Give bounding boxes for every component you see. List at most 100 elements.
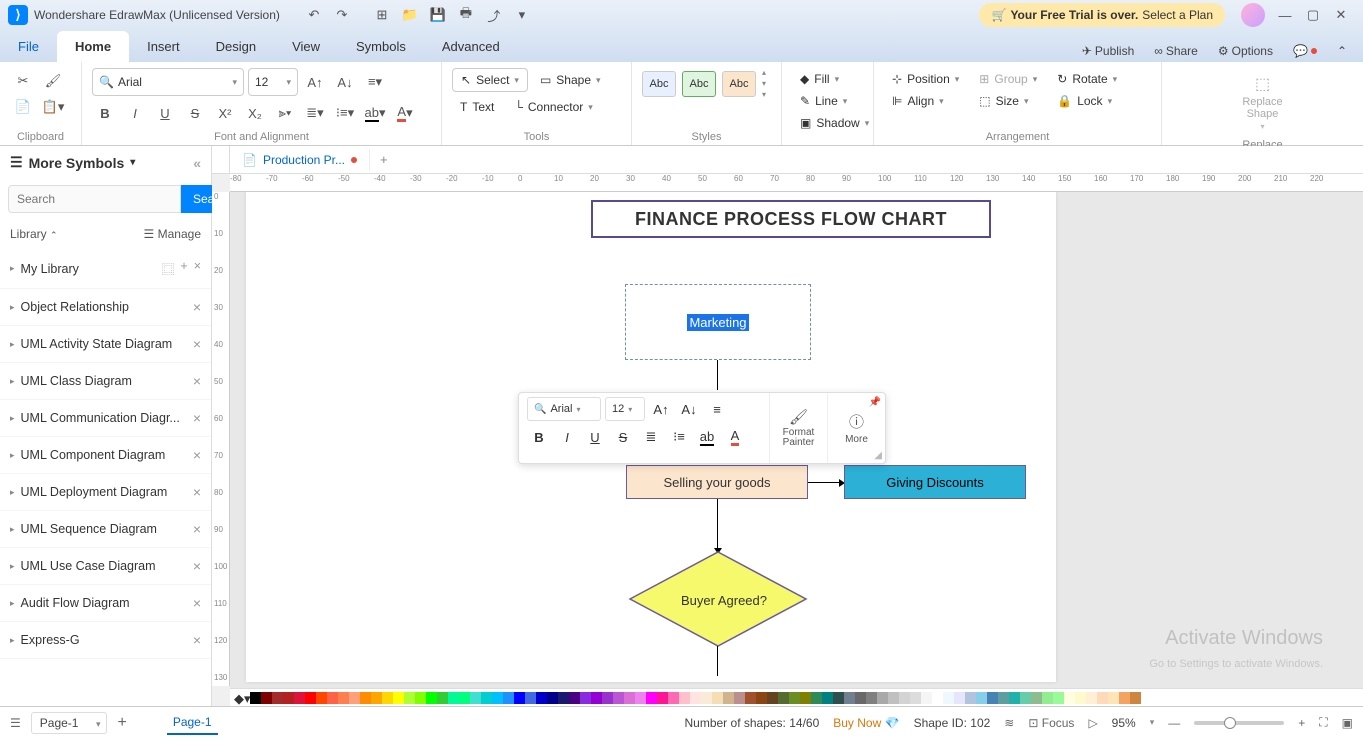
align-button[interactable]: ⊫Align▾ [884,90,967,112]
color-swatch[interactable] [899,692,910,704]
lib-item-my-library[interactable]: ▸My Library⿴+× [0,249,211,289]
color-swatch[interactable] [910,692,921,704]
open-icon[interactable]: 📁 [400,5,420,25]
fill-button[interactable]: ◆Fill▾ [792,68,863,90]
decrease-font-icon[interactable]: A↓ [332,69,358,95]
export-icon[interactable]: ⤴ [484,5,504,25]
color-swatch[interactable] [602,692,613,704]
font-family-select[interactable]: 🔍Arial▾ [92,68,244,96]
color-swatch[interactable] [921,692,932,704]
color-swatch[interactable] [745,692,756,704]
shadow-button[interactable]: ▣Shadow▾ [792,112,863,134]
lib-item[interactable]: ▸Express-G× [0,622,211,659]
style-swatch[interactable]: Abc [682,71,716,97]
manage-button[interactable]: ☰ Manage [144,227,201,241]
library-label[interactable]: Library ⌃ [10,227,58,241]
add-icon[interactable]: + [180,259,187,278]
copy-icon[interactable]: 📄 [10,94,36,120]
color-swatch[interactable] [437,692,448,704]
page-tab[interactable]: Page-1 [167,711,218,735]
format-painter-icon[interactable]: 🖌 [40,68,66,94]
spacing-icon[interactable]: ⫸▾ [272,100,298,126]
pin-icon[interactable]: 📌 [869,397,881,408]
lib-item[interactable]: ▸UML Activity State Diagram× [0,326,211,363]
color-swatch[interactable] [393,692,404,704]
bold-icon[interactable]: B [92,100,118,126]
user-avatar[interactable] [1241,3,1265,27]
lib-item[interactable]: ▸UML Use Case Diagram× [0,548,211,585]
color-swatch[interactable] [580,692,591,704]
color-swatch[interactable] [624,692,635,704]
close-icon[interactable]: × [193,521,201,537]
tab-symbols[interactable]: Symbols [338,31,424,62]
color-swatch[interactable] [822,692,833,704]
color-swatch[interactable] [360,692,371,704]
color-swatch[interactable] [250,692,261,704]
color-swatch[interactable] [338,692,349,704]
close-icon[interactable]: × [194,259,201,278]
color-swatch[interactable] [261,692,272,704]
color-swatch[interactable] [448,692,459,704]
tab-home[interactable]: Home [57,31,129,62]
color-swatch[interactable] [470,692,481,704]
lib-item[interactable]: ▸UML Communication Diagr...× [0,400,211,437]
color-swatch[interactable] [844,692,855,704]
color-swatch[interactable] [1064,692,1075,704]
color-swatch[interactable] [833,692,844,704]
color-swatch[interactable] [294,692,305,704]
color-swatch[interactable] [1042,692,1053,704]
fullscreen-icon[interactable]: ▣ [1342,716,1353,730]
close-icon[interactable]: × [193,299,201,315]
tab-file[interactable]: File [0,31,57,62]
color-swatch[interactable] [316,692,327,704]
lib-item[interactable]: ▸Object Relationship× [0,289,211,326]
marketing-shape[interactable]: Marketing [625,284,811,360]
close-icon[interactable]: × [193,410,201,426]
color-swatch[interactable] [547,692,558,704]
buy-now-link[interactable]: Buy Now 💎 [833,716,899,730]
pages-list-icon[interactable]: ☰ [10,716,21,730]
color-swatch[interactable] [998,692,1009,704]
marketing-text[interactable]: Marketing [687,314,748,331]
position-button[interactable]: ⊹Position▾ [884,68,967,90]
color-swatch[interactable] [1009,692,1020,704]
bullet-list-icon[interactable]: ⁝≡ [667,425,691,449]
float-size-select[interactable]: 12▾ [605,397,645,421]
selling-shape[interactable]: Selling your goods [626,465,808,499]
color-swatch[interactable] [800,692,811,704]
color-swatch[interactable] [723,692,734,704]
color-swatch[interactable] [635,692,646,704]
strike-icon[interactable]: S [611,425,635,449]
color-swatch[interactable] [679,692,690,704]
list-num-icon[interactable]: ≣▾ [302,100,328,126]
shape-button[interactable]: ▭Shape▾ [532,69,609,91]
highlight-icon[interactable]: ab [695,425,719,449]
lib-item[interactable]: ▸UML Component Diagram× [0,437,211,474]
color-swatch[interactable] [987,692,998,704]
align-icon[interactable]: ≡▾ [362,69,388,95]
color-swatch[interactable] [514,692,525,704]
text-button[interactable]: TText [452,96,502,118]
color-swatch[interactable] [932,692,943,704]
color-swatch[interactable] [1031,692,1042,704]
strike-icon[interactable]: S [182,100,208,126]
color-swatch[interactable] [646,692,657,704]
more-symbols-header[interactable]: ☰ More Symbols▾ « [0,146,211,179]
subscript-icon[interactable]: X₂ [242,100,268,126]
style-more-icon[interactable]: ▾ [762,90,766,99]
trial-badge[interactable]: 🛒 Your Free Trial is over. Select a Plan [979,3,1225,27]
cut-icon[interactable]: ✂ [10,68,36,94]
page-select[interactable]: Page-1▾ [31,712,108,734]
zoom-out-button[interactable]: — [1168,716,1180,730]
color-swatch[interactable] [426,692,437,704]
format-painter-button[interactable]: 🖌 Format Painter [769,393,827,463]
color-swatch[interactable] [1020,692,1031,704]
align-icon[interactable]: ≡ [705,397,729,421]
color-swatch[interactable] [965,692,976,704]
color-swatch[interactable] [1130,692,1141,704]
tab-advanced[interactable]: Advanced [424,31,518,62]
decrease-font-icon[interactable]: A↓ [677,397,701,421]
color-swatch[interactable] [349,692,360,704]
italic-icon[interactable]: I [555,425,579,449]
color-swatch[interactable] [459,692,470,704]
